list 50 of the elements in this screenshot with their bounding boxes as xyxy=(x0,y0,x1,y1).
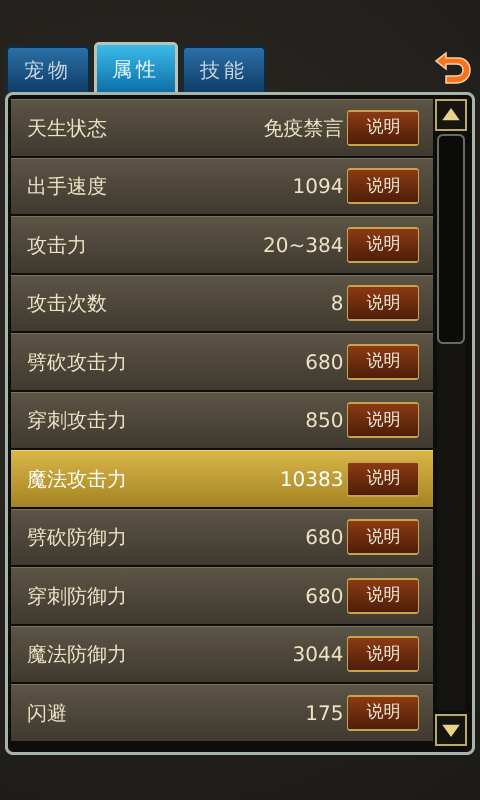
info-button[interactable]: 说明 xyxy=(347,578,420,614)
info-button[interactable]: 说明 xyxy=(347,519,420,556)
scroll-down-icon[interactable] xyxy=(435,714,468,746)
attribute-value: 3044 xyxy=(292,641,344,668)
tab[interactable]: 宠物 xyxy=(6,46,90,92)
attribute-name: 出手速度 xyxy=(27,173,108,200)
info-button[interactable]: 说明 xyxy=(347,694,420,731)
attribute-name: 穿刺防御力 xyxy=(27,582,128,610)
attribute-row[interactable]: 劈砍防御力 680 说明 xyxy=(11,508,434,565)
attribute-row[interactable]: 天生状态 免疫禁言 说明 xyxy=(11,99,434,156)
info-button[interactable]: 说明 xyxy=(347,110,420,146)
info-button[interactable]: 说明 xyxy=(347,344,420,380)
attribute-row[interactable]: 穿刺攻击力 850 说明 xyxy=(11,392,434,448)
attribute-name: 天生状态 xyxy=(27,114,108,142)
attribute-value: 680 xyxy=(305,582,344,610)
attribute-name: 攻击力 xyxy=(27,232,88,259)
attribute-value: 20~384 xyxy=(263,232,344,259)
attribute-value: 1094 xyxy=(292,173,344,200)
info-button[interactable]: 说明 xyxy=(347,636,420,672)
attribute-row[interactable]: 魔法防御力 3044 说明 xyxy=(11,626,434,682)
attribute-row[interactable]: 劈砍攻击力 680 说明 xyxy=(11,333,434,390)
attribute-name: 魔法防御力 xyxy=(27,641,128,668)
info-button[interactable]: 说明 xyxy=(347,226,420,263)
attribute-value: 8 xyxy=(330,290,344,318)
attribute-row[interactable]: 攻击次数 8 说明 xyxy=(11,274,434,331)
attribute-row[interactable]: 攻击力 20~384 说明 xyxy=(11,216,434,272)
attribute-value: 680 xyxy=(305,348,344,376)
attribute-value: 10383 xyxy=(280,466,344,493)
attribute-name: 穿刺攻击力 xyxy=(27,407,128,434)
info-button[interactable]: 说明 xyxy=(347,168,420,204)
attribute-name: 劈砍攻击力 xyxy=(27,348,128,376)
attribute-value: 免疫禁言 xyxy=(263,114,344,142)
attribute-row[interactable]: 魔法攻击力 10383 说明 xyxy=(11,450,434,506)
scroll-up-icon[interactable] xyxy=(435,99,468,131)
attribute-row[interactable]: 出手速度 1094 说明 xyxy=(11,158,434,214)
attribute-value: 680 xyxy=(305,524,344,552)
back-icon[interactable] xyxy=(432,51,472,85)
scrollbar-thumb[interactable] xyxy=(437,134,466,344)
attribute-name: 劈砍防御力 xyxy=(27,524,128,552)
attribute-row[interactable]: 闪避 175 说明 xyxy=(11,684,434,740)
attribute-value: 175 xyxy=(305,700,344,727)
tab[interactable]: 技能 xyxy=(182,46,266,92)
attribute-row[interactable]: 穿刺防御力 680 说明 xyxy=(11,567,434,624)
attribute-name: 攻击次数 xyxy=(27,290,108,318)
attribute-name: 魔法攻击力 xyxy=(27,466,128,493)
info-button[interactable]: 说明 xyxy=(347,285,420,322)
info-button[interactable]: 说明 xyxy=(347,402,420,438)
attribute-value: 850 xyxy=(305,407,344,434)
info-button[interactable]: 说明 xyxy=(347,460,420,497)
attribute-name: 闪避 xyxy=(27,700,68,727)
